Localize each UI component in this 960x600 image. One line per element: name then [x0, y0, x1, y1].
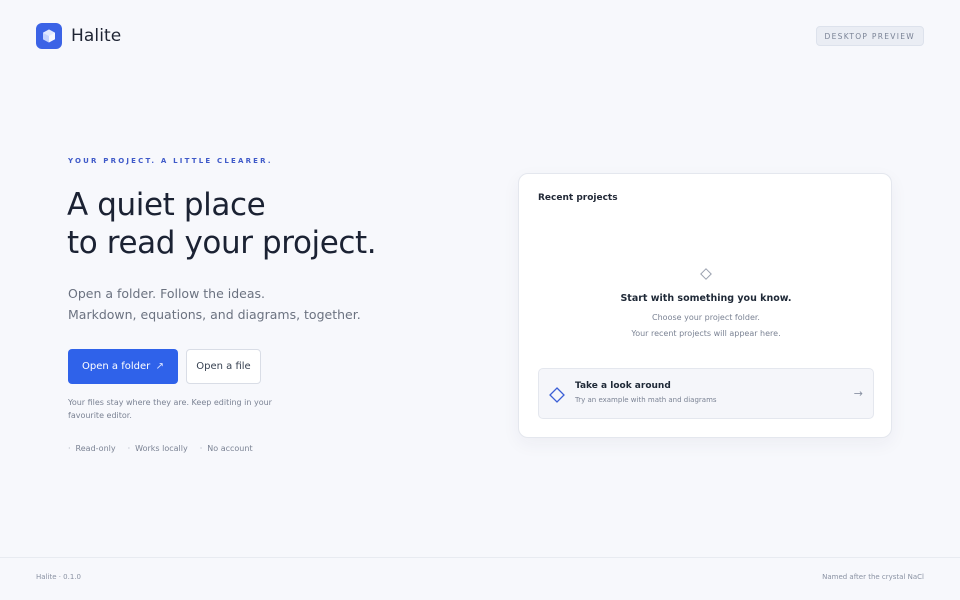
headline-line-2: to read your project. — [67, 225, 377, 261]
tour-title: Take a look around — [575, 381, 671, 391]
privacy-note: Your files stay where they are. Keep edi… — [68, 398, 272, 420]
feature-list: Read-only Works locally No account — [68, 444, 253, 453]
empty-state-line-1: Choose your project folder. — [652, 313, 760, 322]
headline-line-1: A quiet place — [67, 187, 266, 223]
hero-subtitle: Open a folder. Follow the ideas. Markdow… — [68, 283, 428, 325]
feature-no-account: No account — [200, 444, 252, 453]
cube-logo-icon — [36, 23, 62, 49]
desktop-preview-badge: DESKTOP PREVIEW — [815, 26, 924, 46]
footer-tagline: Named after the crystal NaCl — [822, 573, 924, 581]
open-file-button[interactable]: Open a file — [186, 349, 261, 384]
empty-state-title: Start with something you know. — [620, 293, 792, 304]
app-name: Halite — [71, 26, 122, 46]
take-a-look-around-button[interactable]: Take a look around Try an example with m… — [538, 368, 874, 419]
open-folder-label: Open a folder — [82, 361, 151, 372]
feature-read-only: Read-only — [68, 444, 116, 453]
feature-works-locally: Works locally — [128, 444, 188, 453]
hero-eyebrow: YOUR PROJECT. A LITTLE CLEARER. — [68, 157, 273, 165]
open-folder-button[interactable]: Open a folder ↗ — [68, 349, 178, 384]
subtitle-line-2: Markdown, equations, and diagrams, toget… — [68, 307, 361, 322]
footer-version: Halite · 0.1.0 — [36, 573, 81, 581]
footer-divider — [0, 557, 960, 558]
tour-subtitle: Try an example with math and diagrams — [575, 396, 717, 404]
hero-headline: A quiet place to read your project. — [67, 186, 487, 262]
external-arrow-icon: ↗ — [155, 361, 164, 372]
app-header: Halite — [36, 23, 121, 49]
diamond-icon — [549, 387, 565, 407]
recent-projects-card: Recent projects Start with something you… — [518, 173, 892, 438]
arrow-right-icon: → — [853, 387, 863, 400]
diamond-outline-icon — [700, 265, 712, 284]
subtitle-line-1: Open a folder. Follow the ideas. — [68, 286, 265, 301]
recent-projects-title: Recent projects — [538, 193, 618, 203]
empty-state-line-2: Your recent projects will appear here. — [631, 329, 781, 338]
